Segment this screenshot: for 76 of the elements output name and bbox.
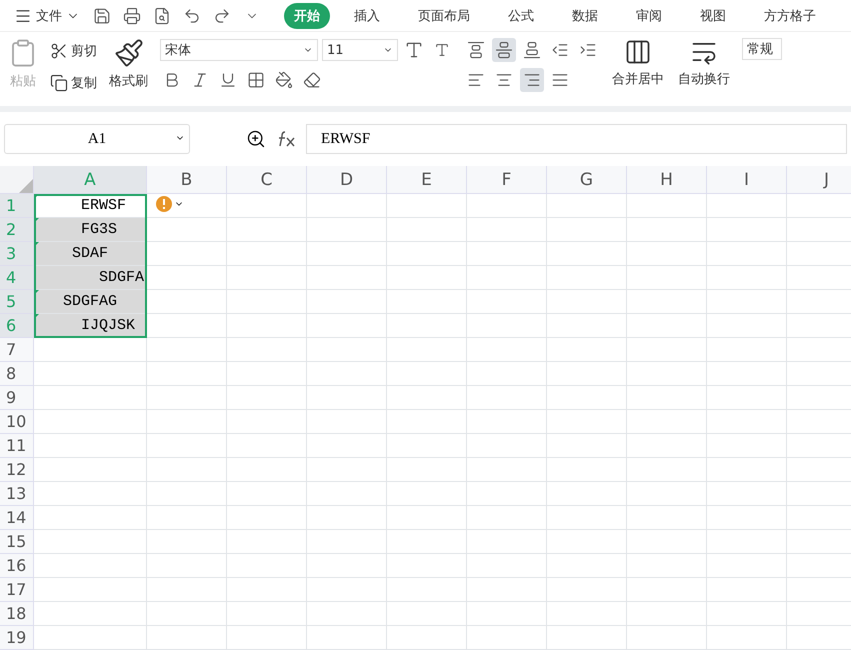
scissors-icon — [50, 42, 68, 60]
ribbon-tab[interactable]: 数据 — [562, 2, 608, 28]
copy-button[interactable]: 复制 — [50, 70, 97, 96]
ribbon-tab[interactable]: 插入 — [344, 2, 390, 28]
column-header[interactable]: G — [547, 166, 627, 194]
column-header[interactable]: J — [787, 166, 851, 194]
align-icon — [523, 41, 541, 59]
error-flag-icon — [34, 314, 39, 319]
error-flag-icon — [34, 242, 39, 247]
copy-icon — [50, 74, 68, 92]
font-size-select[interactable]: 11 — [322, 39, 398, 61]
number-format-select[interactable]: 常规 — [742, 38, 782, 60]
font-larger-icon — [404, 40, 424, 60]
row-header[interactable]: 15 — [0, 530, 34, 554]
row-header[interactable]: 19 — [0, 626, 34, 650]
error-flag-icon — [34, 218, 39, 223]
row-header[interactable]: 13 — [0, 482, 34, 506]
error-flag-icon — [34, 290, 39, 295]
row-header[interactable]: 8 — [0, 362, 34, 386]
table-cell: FG3S — [34, 218, 147, 242]
font-smaller-icon — [434, 42, 450, 58]
ribbon-tab[interactable]: 方方格子 — [754, 2, 826, 28]
row-header[interactable]: 11 — [0, 434, 34, 458]
column-header[interactable]: C — [227, 166, 307, 194]
table-cell: SDAF — [34, 242, 147, 266]
row-header[interactable]: 7 — [0, 338, 34, 362]
table-cell: SDGFA — [34, 266, 147, 290]
format-painter-button[interactable]: 格式刷 — [107, 38, 150, 90]
undo-icon — [183, 6, 201, 24]
column-header[interactable]: I — [707, 166, 787, 194]
vertical-align-button[interactable] — [492, 38, 516, 62]
column-header[interactable]: E — [387, 166, 467, 194]
ribbon-tab[interactable]: 视图 — [690, 2, 736, 28]
preview-icon — [153, 6, 171, 24]
merge-cells-icon — [624, 38, 652, 66]
table-cell: SDGFAG — [34, 290, 147, 314]
align-icon — [551, 71, 569, 89]
eraser-icon — [303, 71, 321, 89]
ribbon-tab[interactable]: 公式 — [498, 2, 544, 28]
paintbrush-icon — [114, 38, 144, 68]
function-icon[interactable] — [276, 130, 296, 148]
merge-center-button[interactable]: 合并居中 — [610, 38, 666, 88]
zoom-icon[interactable] — [246, 129, 266, 149]
row-header[interactable]: 18 — [0, 602, 34, 626]
row-header[interactable]: 16 — [0, 554, 34, 578]
redo-icon — [213, 6, 231, 24]
column-header[interactable]: H — [627, 166, 707, 194]
font-name-select[interactable]: 宋体 — [160, 39, 318, 61]
formula-field[interactable]: ERWSF — [306, 124, 847, 154]
printer-icon — [123, 6, 141, 24]
horizontal-align-button[interactable] — [520, 68, 544, 92]
row-header[interactable]: 12 — [0, 458, 34, 482]
ribbon-tab[interactable]: 审阅 — [626, 2, 672, 28]
align-icon — [467, 41, 485, 59]
paint-bucket-icon — [275, 71, 293, 89]
wrap-text-button[interactable]: 自动换行 — [676, 38, 732, 88]
indent-icon — [579, 41, 597, 59]
name-box[interactable]: A1 — [4, 124, 190, 154]
underline-icon — [219, 71, 237, 89]
cut-button[interactable]: 剪切 — [50, 38, 97, 64]
column-header[interactable]: D — [307, 166, 387, 194]
column-header[interactable]: B — [147, 166, 227, 194]
row-header[interactable]: 10 — [0, 410, 34, 434]
ribbon-tab[interactable]: 页面布局 — [408, 2, 480, 28]
align-icon — [523, 71, 541, 89]
file-menu[interactable]: 文件 — [10, 6, 84, 24]
row-header[interactable]: 14 — [0, 506, 34, 530]
column-header[interactable]: F — [467, 166, 547, 194]
row-header[interactable]: 9 — [0, 386, 34, 410]
outdent-icon — [551, 41, 569, 59]
row-header[interactable]: 17 — [0, 578, 34, 602]
align-icon — [495, 41, 513, 59]
grid-icon — [247, 71, 265, 89]
save-icon — [93, 6, 111, 24]
align-icon — [495, 71, 513, 89]
align-icon — [467, 71, 485, 89]
